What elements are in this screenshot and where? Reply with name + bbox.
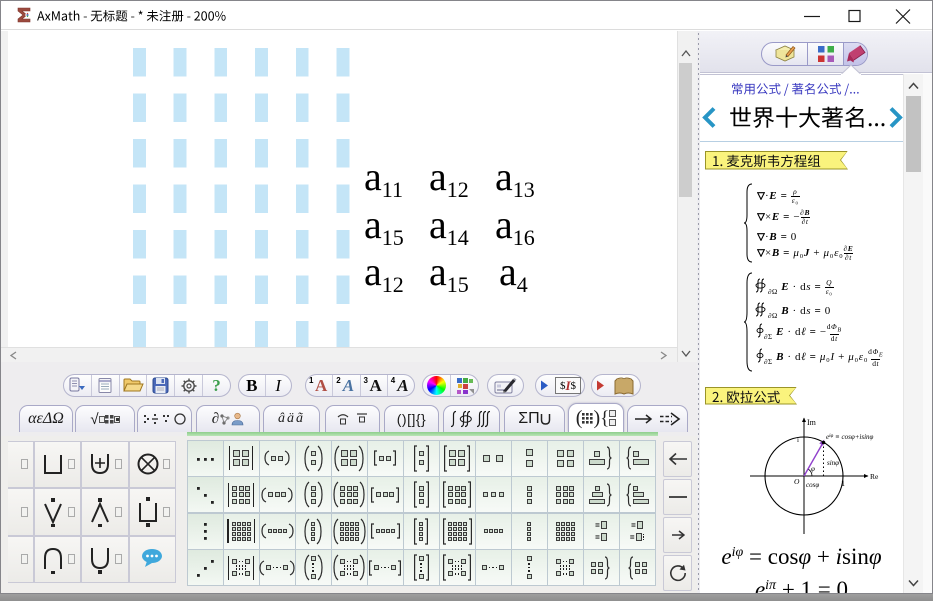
svg-text:Im: Im [807, 418, 817, 427]
svg-text:1: 1 [841, 479, 845, 488]
svg-text:Re: Re [870, 472, 879, 481]
svg-text:O: O [794, 477, 800, 486]
svg-text:φ: φ [811, 465, 815, 473]
svg-text:eiφ ≡ cosφ+isinφ: eiφ ≡ cosφ+isinφ [826, 433, 874, 441]
svg-text:cosφ: cosφ [806, 481, 819, 489]
svg-text:sinφ: sinφ [827, 459, 839, 467]
svg-text:i: i [797, 436, 799, 444]
